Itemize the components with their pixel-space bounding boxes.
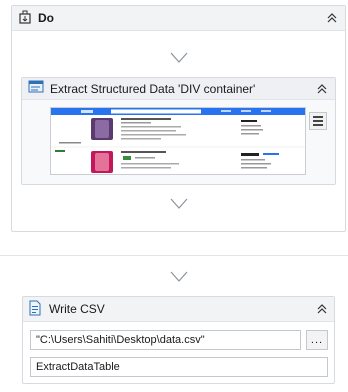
extract-data-icon <box>28 80 44 97</box>
flow-arrow-icon <box>170 52 188 63</box>
data-table-input[interactable]: ExtractDataTable <box>30 357 328 377</box>
collapse-icon[interactable] <box>325 11 339 25</box>
sequence-icon <box>18 10 32 27</box>
do-sequence[interactable]: Do Extract Structured Data 'DIV containe… <box>11 5 346 232</box>
web-page-preview-image <box>50 107 306 175</box>
do-sequence-header[interactable]: Do <box>12 6 345 31</box>
hamburger-menu-icon <box>313 116 323 118</box>
do-sequence-title: Do <box>38 11 54 25</box>
browse-button[interactable]: ... <box>306 330 328 350</box>
write-csv-icon <box>28 300 42 319</box>
write-csv-activity[interactable]: Write CSV "C:\Users\Sahiti\Desktop\data.… <box>22 296 335 384</box>
divider <box>0 255 348 256</box>
extract-activity-header[interactable]: Extract Structured Data 'DIV container' <box>22 78 335 100</box>
collapse-icon[interactable] <box>315 82 329 96</box>
flow-arrow-icon <box>170 198 188 209</box>
write-csv-header[interactable]: Write CSV <box>23 297 334 322</box>
extract-activity-title: Extract Structured Data 'DIV container' <box>50 81 256 96</box>
file-path-input[interactable]: "C:\Users\Sahiti\Desktop\data.csv" <box>30 330 301 350</box>
extract-structured-data-activity[interactable]: Extract Structured Data 'DIV container' <box>21 77 336 185</box>
write-csv-title: Write CSV <box>49 302 105 316</box>
collapse-icon[interactable] <box>315 302 329 316</box>
activity-menu-button[interactable] <box>309 112 327 130</box>
flow-arrow-icon <box>170 271 188 282</box>
